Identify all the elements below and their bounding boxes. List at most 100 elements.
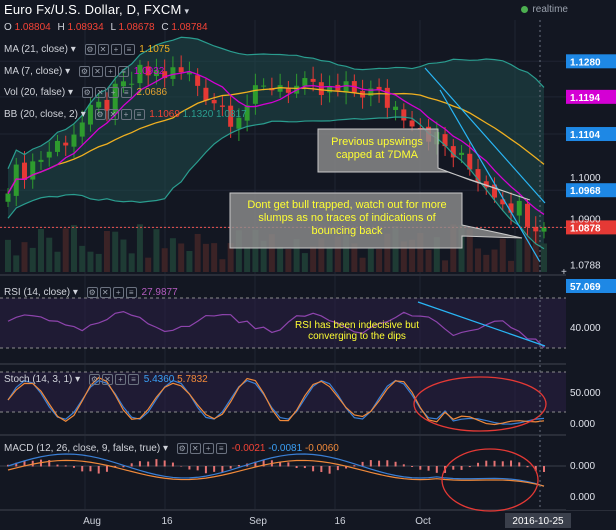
high-value: 1.08934	[67, 22, 104, 33]
macd-histogram-bar	[229, 466, 232, 469]
chevron-down-icon[interactable]: ▾	[65, 66, 70, 77]
ma7-value: 1.0932	[133, 66, 165, 78]
macd-histogram-bar	[419, 466, 422, 470]
macd-histogram-bar	[221, 466, 224, 473]
volume-bar	[442, 260, 449, 272]
time-cursor-label: 2016-10-25	[512, 516, 564, 527]
chevron-down-icon[interactable]: ▾	[163, 443, 168, 454]
ma21-label: MA (21, close)	[4, 44, 68, 56]
bb-controls: ⚙ ✕ + ≡	[94, 109, 147, 120]
volume-bar	[310, 246, 317, 272]
macd-histogram-bar	[386, 460, 389, 467]
realtime-label: realtime	[532, 4, 568, 15]
close-icon[interactable]: ✕	[101, 374, 113, 385]
stoch-label: Stoch (14, 3, 1)	[4, 374, 73, 386]
more-icon[interactable]: ≡	[117, 66, 129, 77]
settings-icon[interactable]: ⚙	[84, 44, 96, 55]
volume-bar	[70, 225, 77, 272]
more-icon[interactable]: ≡	[120, 87, 132, 98]
macd-histogram-bar	[402, 464, 405, 467]
chevron-down-icon[interactable]: ▾	[73, 287, 78, 298]
settings-icon[interactable]: ⚙	[86, 287, 98, 298]
add-icon[interactable]: +	[112, 287, 124, 298]
settings-icon[interactable]: ⚙	[78, 66, 90, 77]
add-icon[interactable]: +	[110, 44, 122, 55]
symbol-title[interactable]: Euro Fx/U.S. Dollar, D, FXCM ▾	[4, 2, 189, 17]
more-icon[interactable]: ≡	[123, 44, 135, 55]
close-icon[interactable]: ✕	[91, 66, 103, 77]
macd-histogram-bar	[303, 466, 306, 469]
settings-icon[interactable]: ⚙	[94, 109, 106, 120]
macd-histogram-bar	[427, 466, 430, 471]
volume-bar	[29, 247, 36, 272]
macd-histogram-bar	[188, 466, 191, 470]
chevron-down-icon[interactable]: ▾	[81, 109, 86, 120]
indicator-ma21[interactable]: MA (21, close) ▾ ⚙ ✕ + ≡ 1.1075	[4, 44, 170, 55]
indicator-ma7[interactable]: MA (7, close) ▾ ⚙ ✕ + ≡ 1.0932	[4, 66, 164, 77]
add-icon[interactable]: +	[104, 66, 116, 77]
macd-histogram-bar	[452, 466, 455, 470]
more-icon[interactable]: ≡	[127, 374, 139, 385]
more-icon[interactable]: ≡	[215, 443, 227, 454]
add-icon[interactable]: +	[107, 87, 119, 98]
indicator-vol[interactable]: Vol (20, false) ▾ ⚙ ✕ + ≡ 2.0686	[4, 87, 167, 98]
indicator-rsi[interactable]: RSI (14, close) ▾ ⚙ ✕ + ≡ 27.9877	[4, 287, 178, 298]
volume-bar	[491, 249, 498, 272]
time-tick-label: 16	[334, 516, 346, 527]
chevron-down-icon[interactable]: ▾	[185, 6, 190, 16]
macd-histogram-bar	[353, 465, 356, 467]
candle-body	[203, 87, 209, 101]
volume-bar	[79, 245, 86, 272]
bb-basis-value: 1.1069	[149, 109, 180, 121]
candle-body	[219, 105, 225, 107]
macd-histogram-bar	[81, 466, 84, 472]
macd-histogram-bar	[460, 466, 463, 470]
open-value: 1.08804	[14, 22, 51, 33]
candle-body	[46, 151, 52, 158]
settings-icon[interactable]: ⚙	[88, 374, 100, 385]
volume-bar	[211, 243, 218, 272]
add-icon[interactable]: +	[114, 374, 126, 385]
settings-icon[interactable]: ⚙	[81, 87, 93, 98]
price-tag-label: 1.1280	[570, 57, 601, 68]
close-icon[interactable]: ✕	[99, 287, 111, 298]
price-axis[interactable]: 1.12801.11941.11041.09681.08781.07881.10…	[561, 20, 616, 510]
volume-bar	[301, 253, 308, 272]
volume-bar	[359, 257, 366, 272]
volume-bar	[87, 251, 94, 272]
volume-bar	[425, 249, 432, 272]
close-icon[interactable]: ✕	[94, 87, 106, 98]
indicator-macd[interactable]: MACD (12, 26, close, 9, false, true) ▾ ⚙…	[4, 443, 339, 454]
close-icon[interactable]: ✕	[189, 443, 201, 454]
candle-body	[327, 86, 333, 93]
macd-histogram-bar	[336, 466, 339, 471]
candle-body	[541, 227, 547, 232]
annotation-bull-trap-text: Dont get bull trapped, watch out for mor…	[247, 199, 447, 237]
rsi-value: 27.9877	[141, 287, 178, 299]
volume-bar	[128, 253, 135, 272]
add-icon[interactable]: +	[120, 109, 132, 120]
macd-histogram-bar	[163, 460, 166, 467]
indicator-stoch[interactable]: Stoch (14, 3, 1) ▾ ⚙ ✕ + ≡ 5.4360 5.7832	[4, 374, 208, 385]
volume-bar	[219, 259, 226, 272]
annotation-rsi: RSI has been indecisive but converging t…	[292, 320, 422, 342]
add-icon[interactable]: +	[202, 443, 214, 454]
chevron-down-icon[interactable]: ▾	[68, 87, 73, 98]
indicator-bb[interactable]: BB (20, close, 2) ▾ ⚙ ✕ + ≡ 1.1069 1.1320 1…	[4, 109, 247, 120]
more-icon[interactable]: ≡	[133, 109, 145, 120]
volume-bar	[277, 246, 284, 272]
volume-bar	[326, 246, 333, 272]
settings-icon[interactable]: ⚙	[176, 443, 188, 454]
candle-body	[318, 82, 324, 96]
close-icon[interactable]: ✕	[97, 44, 109, 55]
realtime-dot-icon	[521, 5, 529, 13]
close-icon[interactable]: ✕	[107, 109, 119, 120]
candle-body	[343, 81, 349, 93]
chevron-down-icon[interactable]: ▾	[71, 44, 76, 55]
candle-body	[30, 161, 36, 180]
chart-header: Euro Fx/U.S. Dollar, D, FXCM ▾ realtime	[0, 0, 616, 20]
more-icon[interactable]: ≡	[125, 287, 137, 298]
chevron-down-icon[interactable]: ▾	[75, 374, 80, 385]
macd-histogram-bar	[287, 462, 290, 467]
volume-bar	[46, 237, 53, 272]
